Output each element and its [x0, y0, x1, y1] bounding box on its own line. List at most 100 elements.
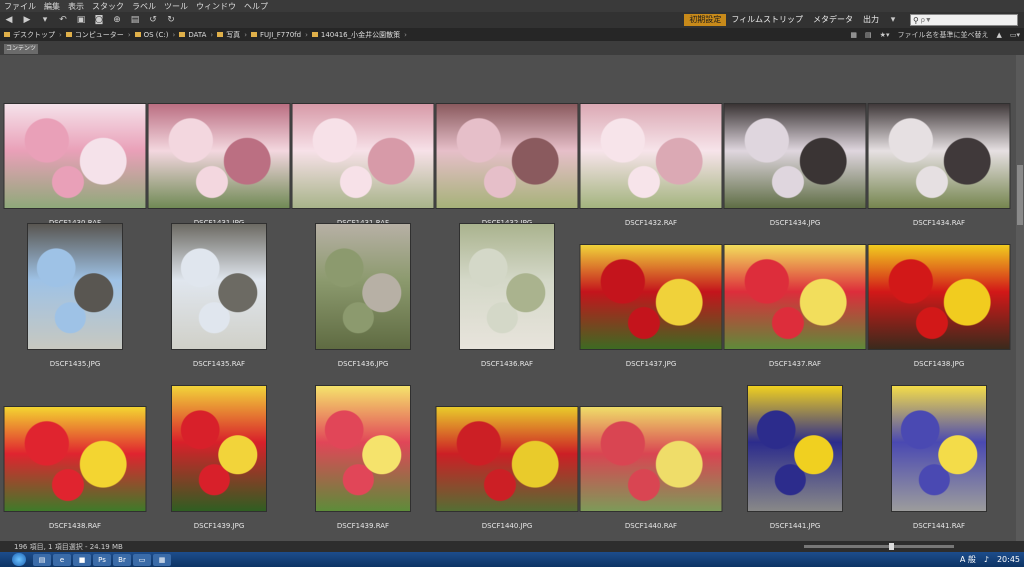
thumbnail-image[interactable]: [579, 406, 723, 512]
thumbnail-image[interactable]: [579, 244, 723, 350]
thumbnail-image[interactable]: [723, 244, 867, 350]
thumbnail-image[interactable]: [291, 103, 435, 209]
thumbnail-item[interactable]: DSCF1430.RAF: [3, 82, 147, 227]
start-button[interactable]: [12, 553, 26, 566]
scrollbar[interactable]: [1016, 55, 1024, 541]
bridge-icon[interactable]: Br: [113, 553, 131, 566]
rotate-icon[interactable]: ↶: [57, 15, 69, 25]
breadcrumb-item[interactable]: OS (C:) ›: [131, 30, 175, 40]
clock[interactable]: 20:45: [997, 555, 1020, 564]
calc-icon[interactable]: ▦: [153, 553, 171, 566]
thumbnail-image[interactable]: [171, 223, 267, 350]
thumbnail-image[interactable]: [459, 223, 555, 350]
search-box[interactable]: ⚲: [910, 14, 1018, 26]
breadcrumb-item[interactable]: デスクトップ ›: [0, 30, 62, 40]
menu-item-1[interactable]: 編集: [40, 1, 64, 12]
photoshop-icon[interactable]: Ps: [93, 553, 111, 566]
thumbnail-item[interactable]: DSCF1441.RAF: [868, 385, 1010, 530]
workspace-output[interactable]: 出力: [858, 14, 884, 26]
menu-item-4[interactable]: ラベル: [128, 1, 160, 12]
breadcrumb-item[interactable]: コンピューター ›: [62, 30, 131, 40]
thumbnail-item[interactable]: DSCF1432.JPG: [435, 82, 579, 227]
app-icon[interactable]: ■: [73, 553, 91, 566]
sort-menu[interactable]: ファイル名を基準に並べ替え: [897, 30, 988, 40]
back-icon[interactable]: ◀: [3, 15, 15, 25]
thumbnail-item[interactable]: DSCF1435.RAF: [148, 223, 290, 368]
workspace-metadata[interactable]: メタデータ: [808, 14, 858, 26]
menu-item-6[interactable]: ウィンドウ: [192, 1, 240, 12]
volume-icon[interactable]: ♪: [984, 555, 989, 564]
browser-icon[interactable]: e: [53, 553, 71, 566]
thumbnail-item[interactable]: DSCF1439.JPG: [148, 385, 290, 530]
thumbnail-item[interactable]: DSCF1441.JPG: [724, 385, 866, 530]
refine-icon[interactable]: ⊕: [111, 15, 123, 25]
dropdown-icon[interactable]: ▾: [39, 15, 51, 25]
menu-item-5[interactable]: ツール: [160, 1, 192, 12]
scrollbar-thumb[interactable]: [1017, 165, 1023, 225]
slider-knob[interactable]: [889, 543, 894, 550]
thumbnail-item[interactable]: DSCF1437.JPG: [579, 223, 723, 368]
menu-item-2[interactable]: 表示: [64, 1, 88, 12]
view-grid-icon[interactable]: ▦: [850, 31, 857, 39]
thumbnail-item[interactable]: DSCF1439.RAF: [292, 385, 434, 530]
thumbnail-item[interactable]: DSCF1440.JPG: [435, 385, 579, 530]
thumbnail-item[interactable]: DSCF1435.JPG: [4, 223, 146, 368]
explorer-icon[interactable]: ▤: [33, 553, 51, 566]
thumbnail-image[interactable]: [867, 244, 1011, 350]
breadcrumb-item[interactable]: 140416_小金井公園散策 ›: [308, 30, 407, 40]
thumbnail-item[interactable]: DSCF1434.RAF: [867, 82, 1011, 227]
window-icon[interactable]: ▭: [133, 553, 151, 566]
thumbnail-item[interactable]: DSCF1436.RAF: [436, 223, 578, 368]
folder-icon[interactable]: ▣: [75, 15, 87, 25]
search-input[interactable]: [920, 15, 1001, 25]
menubar: ファイル 編集 表示 スタック ラベル ツール ウィンドウ ヘルプ: [0, 0, 1024, 12]
thumbnail-image[interactable]: [315, 385, 411, 512]
thumbnail-item[interactable]: DSCF1436.JPG: [292, 223, 434, 368]
breadcrumb-item[interactable]: DATA ›: [175, 30, 213, 40]
star-filter-icon[interactable]: ★▾: [880, 31, 890, 39]
sort-order-icon[interactable]: ▲: [996, 31, 1001, 39]
thumbnail-image[interactable]: [3, 103, 147, 209]
workspace-dropdown-icon[interactable]: ▾: [887, 15, 899, 25]
tab-content[interactable]: コンテンツ: [4, 44, 38, 54]
rotate-right-icon[interactable]: ↻: [165, 15, 177, 25]
thumbnail-item[interactable]: DSCF1431.JPG: [147, 82, 291, 227]
thumbnail-image[interactable]: [435, 103, 579, 209]
thumbnail-item[interactable]: DSCF1438.JPG: [867, 223, 1011, 368]
thumbnail-item[interactable]: DSCF1434.JPG: [723, 82, 867, 227]
workspace-filmstrip[interactable]: フィルムストリップ: [726, 14, 808, 26]
view-list-icon[interactable]: ▤: [865, 31, 872, 39]
thumbnail-image[interactable]: [3, 406, 147, 512]
thumbnail-image[interactable]: [435, 406, 579, 512]
new-folder-icon[interactable]: ▭▾: [1010, 31, 1020, 39]
thumbnail-image[interactable]: [747, 385, 843, 512]
thumbnail-image[interactable]: [723, 103, 867, 209]
camera-icon[interactable]: ◙: [93, 15, 105, 25]
ime-indicator[interactable]: A 般: [960, 554, 976, 565]
breadcrumb-label: 140416_小金井公園散策: [320, 30, 401, 39]
thumbnail-image[interactable]: [171, 385, 267, 512]
open-icon[interactable]: ▤: [129, 15, 141, 25]
breadcrumb-item[interactable]: FUJI_F770fd ›: [247, 30, 308, 40]
workspace-essentials[interactable]: 初期設定: [684, 14, 727, 26]
menu-item-3[interactable]: スタック: [88, 1, 128, 12]
thumbnail-filename: DSCF1439.JPG: [193, 522, 245, 530]
thumbnail-item[interactable]: DSCF1437.RAF: [723, 223, 867, 368]
thumbnail-image[interactable]: [147, 103, 291, 209]
forward-icon[interactable]: ▶: [21, 15, 33, 25]
rotate-left-icon[interactable]: ↺: [147, 15, 159, 25]
thumbnail-image[interactable]: [27, 223, 123, 350]
menu-item-7[interactable]: ヘルプ: [240, 1, 272, 12]
thumbnail-item[interactable]: DSCF1438.RAF: [3, 385, 147, 530]
thumbnail-image[interactable]: [867, 103, 1011, 209]
thumbnail-item[interactable]: DSCF1440.RAF: [579, 385, 723, 530]
breadcrumb-item[interactable]: 写真 ›: [213, 30, 247, 40]
thumbnail-image[interactable]: [579, 103, 723, 209]
thumbnail-item[interactable]: DSCF1432.RAF: [579, 82, 723, 227]
menu-item-0[interactable]: ファイル: [0, 1, 40, 12]
thumbnail-filename: DSCF1441.RAF: [912, 522, 966, 530]
thumbnail-image[interactable]: [891, 385, 987, 512]
thumbnail-image[interactable]: [315, 223, 411, 350]
thumbnail-item[interactable]: DSCF1431.RAF: [291, 82, 435, 227]
thumbnail-size-slider[interactable]: [804, 543, 954, 550]
